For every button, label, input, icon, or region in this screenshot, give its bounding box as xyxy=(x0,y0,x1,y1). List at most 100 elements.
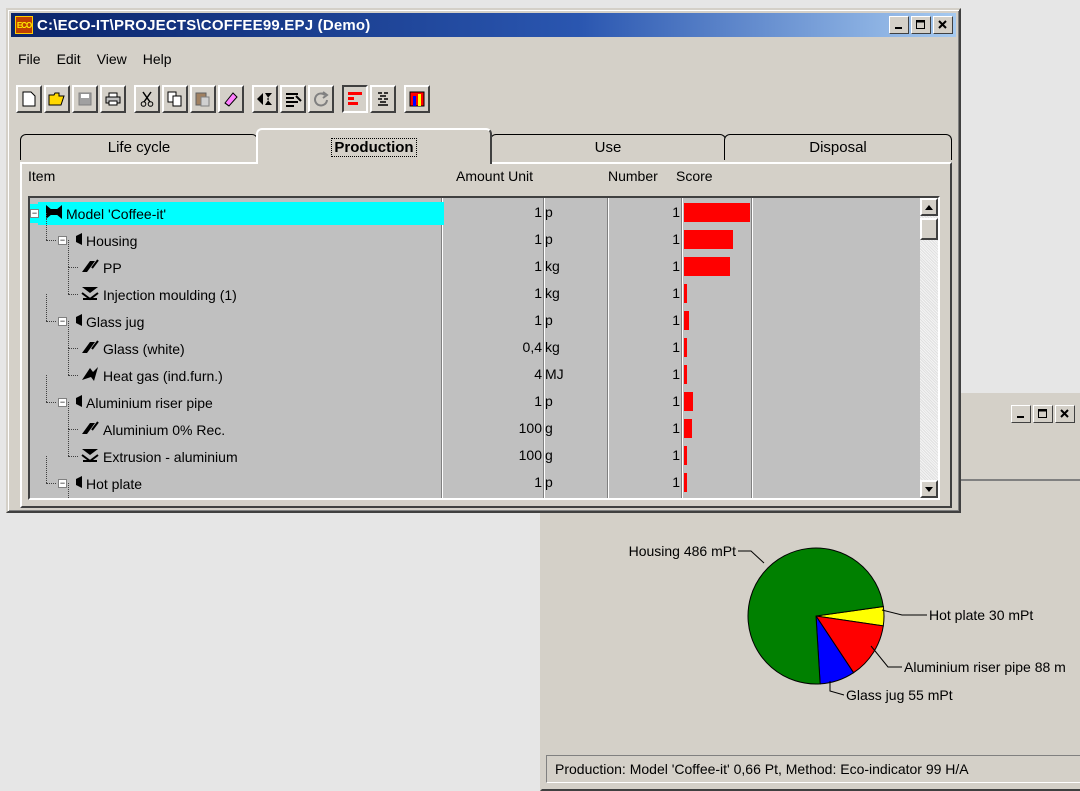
scroll-down-button[interactable] xyxy=(920,480,938,498)
tree-item[interactable]: Injection moulding (1) xyxy=(80,285,237,304)
eraser-button[interactable] xyxy=(218,85,244,113)
collapse-icon[interactable]: − xyxy=(58,479,67,488)
number-cell[interactable]: 1 xyxy=(672,474,680,490)
collapse-icon[interactable]: − xyxy=(58,317,67,326)
unit-cell[interactable]: MJ xyxy=(545,366,564,382)
tree-row[interactable]: − Aluminium riser pipe 1 p 1 xyxy=(30,375,926,416)
number-cell[interactable]: 1 xyxy=(672,393,680,409)
tree-row[interactable]: Glass (white) 0,4 kg 1 xyxy=(30,321,926,362)
copy-button[interactable] xyxy=(162,85,188,113)
amount-cell[interactable]: 100 xyxy=(519,420,542,436)
unit-cell[interactable]: p xyxy=(545,474,553,490)
close-button[interactable] xyxy=(933,16,953,34)
unit-cell[interactable]: p xyxy=(545,231,553,247)
amount-cell[interactable]: 1 xyxy=(534,204,542,220)
save-button[interactable] xyxy=(72,85,98,113)
tree-row[interactable]: Extrusion - aluminium 100 g 1 xyxy=(30,429,926,470)
bar-chart-button[interactable] xyxy=(342,85,368,113)
menu-edit[interactable]: Edit xyxy=(49,48,89,70)
tree-row[interactable]: Steel0,3kg1 xyxy=(30,483,926,498)
number-cell[interactable]: 1 xyxy=(672,312,680,328)
tab-use[interactable]: Use xyxy=(490,134,726,160)
column-score[interactable]: Score xyxy=(676,168,713,184)
menu-view[interactable]: View xyxy=(89,48,135,70)
tree-row[interactable]: Aluminium 0% Rec. 100 g 1 xyxy=(30,402,926,443)
tab-production[interactable]: Production xyxy=(256,128,492,164)
pie-close-button[interactable] xyxy=(1055,405,1075,423)
number-cell[interactable]: 1 xyxy=(672,366,680,382)
collapse-icon[interactable]: − xyxy=(58,236,67,245)
tree-item[interactable]: PP xyxy=(80,258,122,277)
print-button[interactable] xyxy=(100,85,126,113)
menu-help[interactable]: Help xyxy=(135,48,180,70)
number-cell[interactable]: 1 xyxy=(672,231,680,247)
pie-maximize-button[interactable] xyxy=(1033,405,1053,423)
unit-cell[interactable]: g xyxy=(545,420,553,436)
scroll-up-button[interactable] xyxy=(920,198,938,216)
number-cell[interactable]: 1 xyxy=(672,285,680,301)
tree-row[interactable]: − Glass jug 1 p 1 xyxy=(30,294,926,335)
pie-minimize-button[interactable] xyxy=(1011,405,1031,423)
tab-life-cycle[interactable]: Life cycle xyxy=(20,134,258,160)
tree-item[interactable]: − Hot plate xyxy=(58,474,142,493)
tree-item[interactable]: − Housing xyxy=(58,231,137,250)
data-button[interactable] xyxy=(280,85,306,113)
amount-cell[interactable]: 0,4 xyxy=(523,339,542,355)
menu-file[interactable]: File xyxy=(12,48,49,70)
column-item[interactable]: Item xyxy=(28,168,55,184)
collapse-icon[interactable]: − xyxy=(58,398,67,407)
tab-disposal[interactable]: Disposal xyxy=(724,134,952,160)
tree-item[interactable]: − Glass jug xyxy=(58,312,144,331)
tree-item[interactable]: − Model 'Coffee-it' xyxy=(30,204,167,223)
tree-row[interactable]: − Hot plate 1 p 1 xyxy=(30,456,926,497)
amount-cell[interactable]: 1 xyxy=(534,258,542,274)
cut-button[interactable] xyxy=(134,85,160,113)
unit-cell[interactable]: kg xyxy=(545,339,560,355)
tree-item[interactable]: Glass (white) xyxy=(80,339,185,358)
tree-row[interactable]: PP 1 kg 1 xyxy=(30,240,926,281)
tree-row[interactable]: Injection moulding (1) 1 kg 1 xyxy=(30,267,926,308)
number-cell[interactable]: 1 xyxy=(672,258,680,274)
tree-view-button[interactable] xyxy=(370,85,396,113)
unit-cell[interactable]: p xyxy=(545,204,553,220)
item-tree-table[interactable]: − Model 'Coffee-it' 1 p 1− Housing 1 p 1 PP 1 kg 1 In… xyxy=(28,196,940,500)
unit-cell[interactable]: kg xyxy=(545,258,560,274)
column-number[interactable]: Number xyxy=(608,168,658,184)
tree-row[interactable]: Heat gas (ind.furn.) 4 MJ 1 xyxy=(30,348,926,389)
unit-cell[interactable]: p xyxy=(545,393,553,409)
maximize-button[interactable] xyxy=(911,16,931,34)
main-window[interactable]: ECO C:\ECO-IT\PROJECTS\COFFEE99.EPJ (Dem… xyxy=(6,8,961,513)
title-bar[interactable]: ECO C:\ECO-IT\PROJECTS\COFFEE99.EPJ (Dem… xyxy=(11,13,956,37)
minimize-button[interactable] xyxy=(889,16,909,34)
number-cell[interactable]: 1 xyxy=(672,339,680,355)
unit-cell[interactable]: kg xyxy=(545,285,560,301)
amount-cell[interactable]: 1 xyxy=(534,285,542,301)
amount-cell[interactable]: 4 xyxy=(534,366,542,382)
tree-item[interactable]: Extrusion - aluminium xyxy=(80,447,238,466)
vertical-scrollbar[interactable] xyxy=(920,198,938,498)
number-cell[interactable]: 1 xyxy=(672,447,680,463)
amount-cell[interactable]: 1 xyxy=(534,393,542,409)
edit-item-button[interactable] xyxy=(252,85,278,113)
tree-row[interactable]: − Model 'Coffee-it' 1 p 1 xyxy=(30,200,926,227)
graph-button[interactable] xyxy=(404,85,430,113)
open-button[interactable] xyxy=(44,85,70,113)
paste-button[interactable] xyxy=(190,85,216,113)
amount-cell[interactable]: 1 xyxy=(534,231,542,247)
tree-item[interactable]: Aluminium 0% Rec. xyxy=(80,420,225,439)
amount-cell[interactable]: 1 xyxy=(534,474,542,490)
unit-cell[interactable]: p xyxy=(545,312,553,328)
number-cell[interactable]: 1 xyxy=(672,204,680,220)
unit-cell[interactable]: g xyxy=(545,447,553,463)
tree-item[interactable]: − Aluminium riser pipe xyxy=(58,393,213,412)
column-amount-unit[interactable]: Amount Unit xyxy=(456,168,533,184)
tree-item[interactable]: Heat gas (ind.furn.) xyxy=(80,366,223,385)
amount-cell[interactable]: 1 xyxy=(534,312,542,328)
collapse-icon[interactable]: − xyxy=(30,209,39,218)
number-cell[interactable]: 1 xyxy=(672,420,680,436)
amount-cell[interactable]: 100 xyxy=(519,447,542,463)
scroll-thumb[interactable] xyxy=(920,218,938,240)
refresh-button[interactable] xyxy=(308,85,334,113)
new-button[interactable] xyxy=(16,85,42,113)
tree-row[interactable]: − Housing 1 p 1 xyxy=(30,213,926,254)
